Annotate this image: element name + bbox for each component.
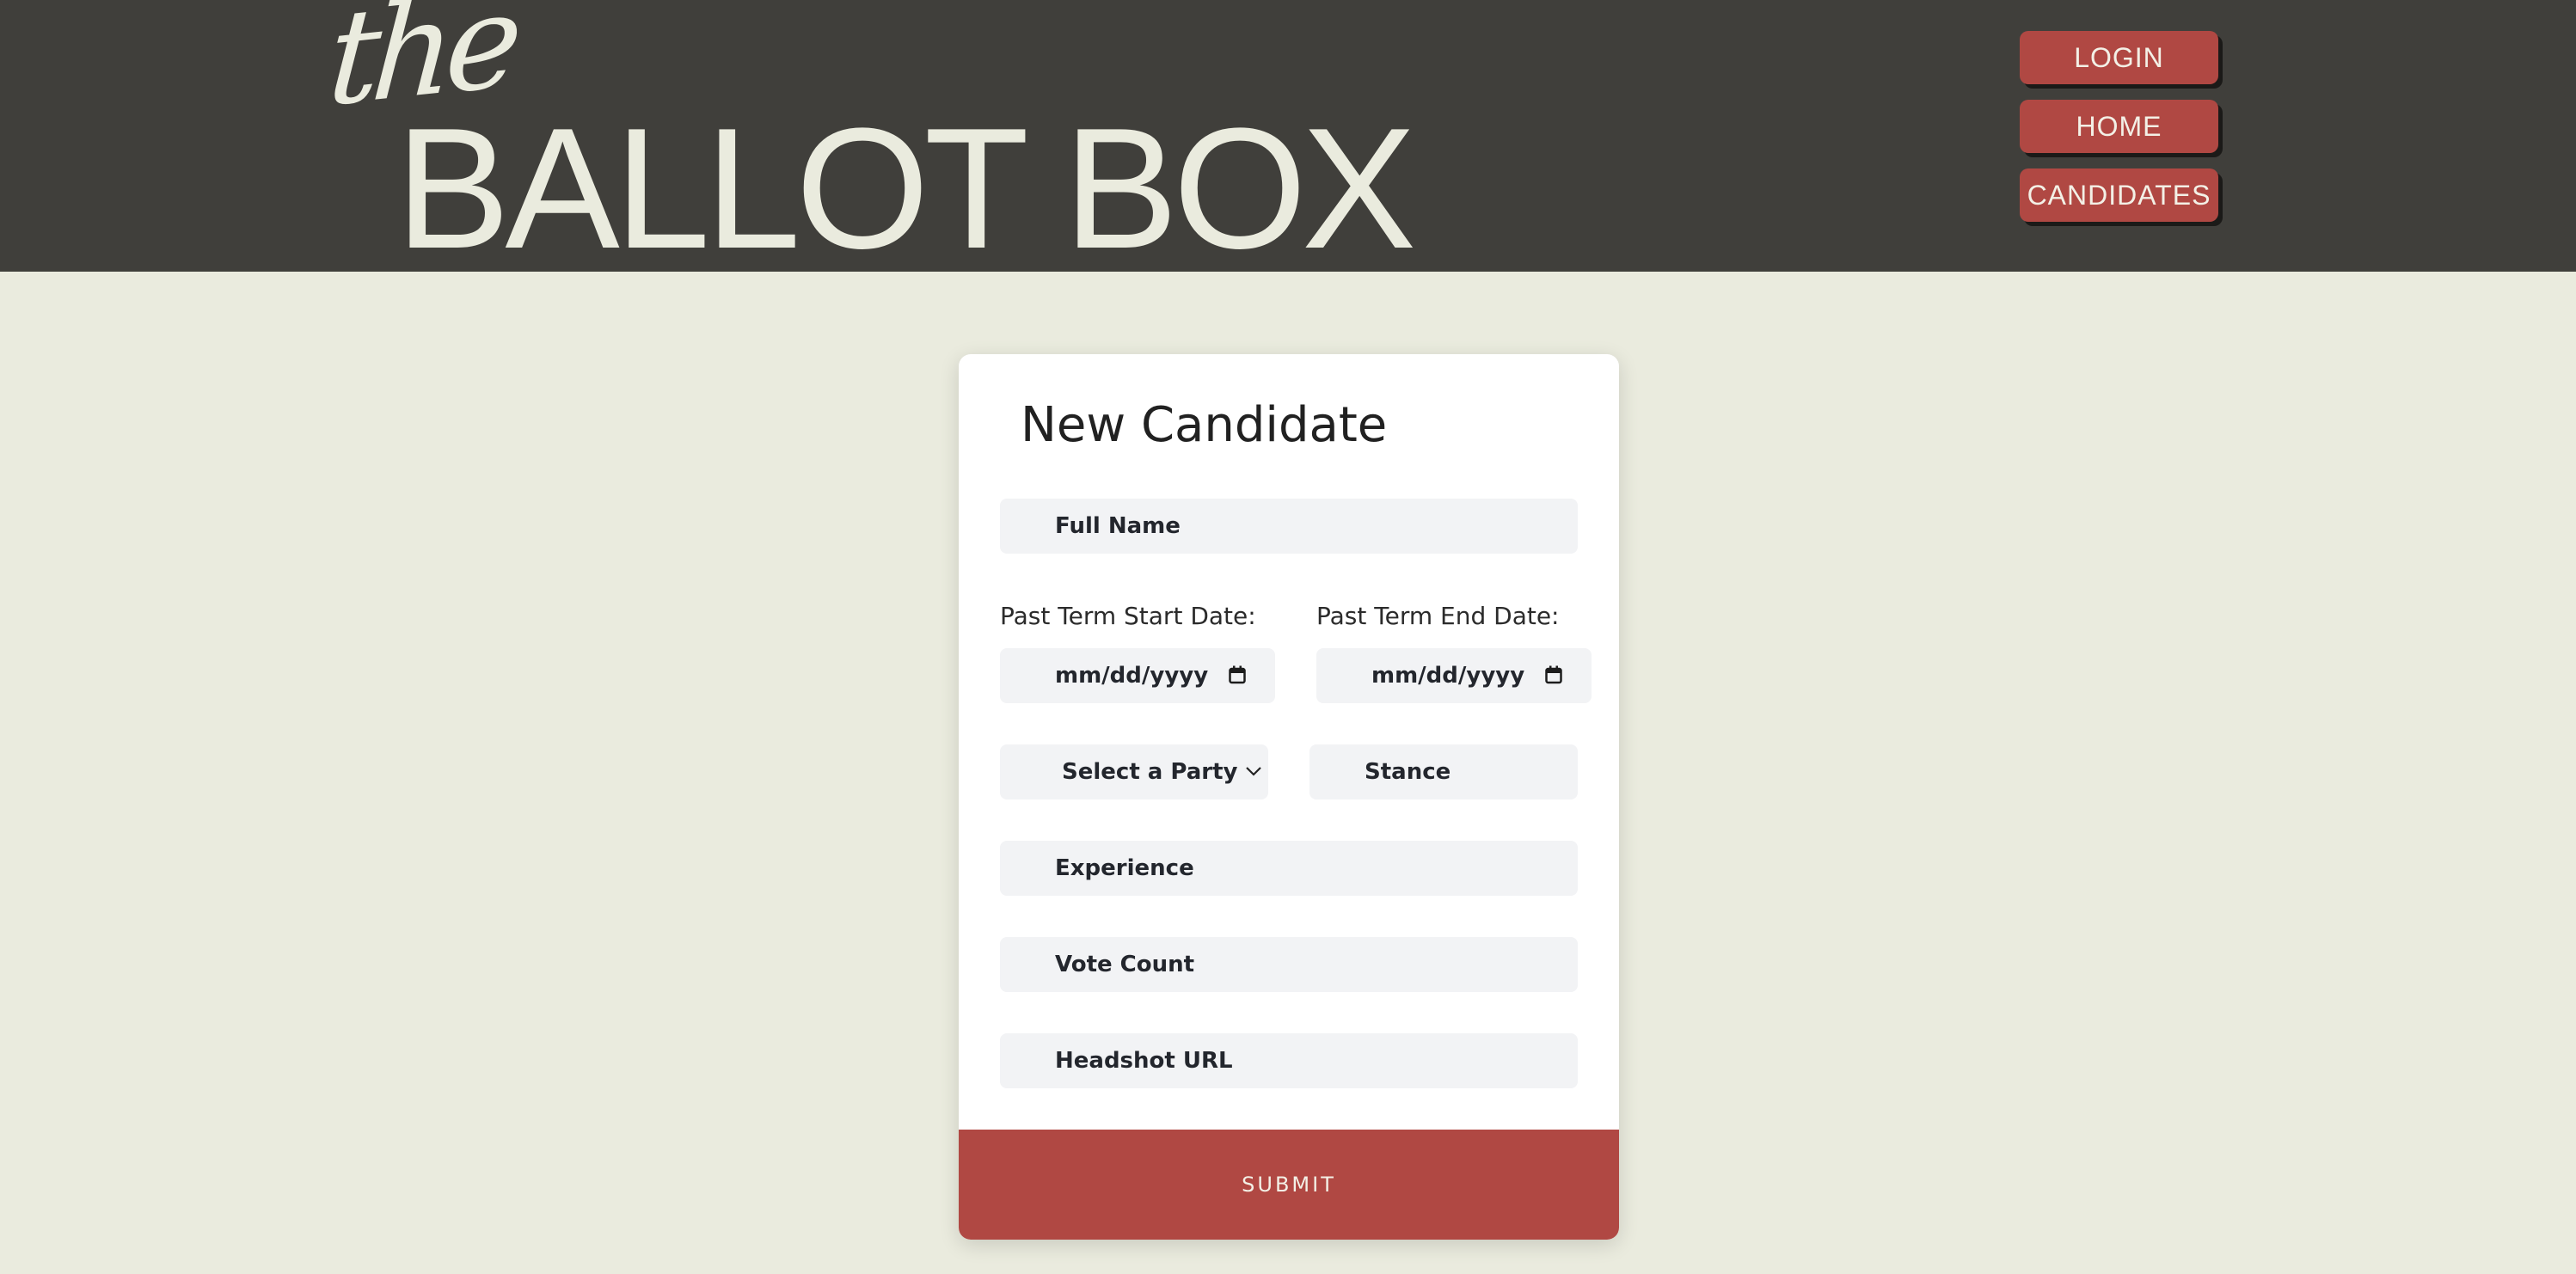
- vote-count-input[interactable]: [1000, 937, 1578, 992]
- start-date-input[interactable]: mm/dd/yyyy: [1000, 648, 1275, 703]
- submit-button[interactable]: SUBMIT: [959, 1130, 1619, 1240]
- experience-input[interactable]: [1000, 841, 1578, 896]
- logo-title: BALLOT BOX: [396, 93, 1416, 285]
- site-header: the BALLOT BOX LOGIN HOME CANDIDATES: [0, 0, 2576, 285]
- new-candidate-form: New Candidate Past Term Start Date: Past…: [959, 354, 1619, 1240]
- end-date-label: Past Term End Date:: [1316, 602, 1560, 630]
- form-title: New Candidate: [1021, 397, 1388, 453]
- site-logo[interactable]: the BALLOT BOX: [324, 0, 1451, 285]
- end-date-value: mm/dd/yyyy: [1371, 663, 1525, 689]
- chevron-down-icon: [1246, 767, 1261, 776]
- stance-input[interactable]: [1309, 744, 1578, 799]
- main-nav: LOGIN HOME CANDIDATES: [2020, 31, 2218, 237]
- party-select[interactable]: Select a Party: [1000, 744, 1268, 799]
- party-select-value: Select a Party: [1062, 759, 1238, 785]
- candidates-button[interactable]: CANDIDATES: [2020, 168, 2218, 222]
- calendar-icon[interactable]: [1229, 665, 1246, 684]
- login-button[interactable]: LOGIN: [2020, 31, 2218, 84]
- calendar-icon[interactable]: [1545, 665, 1562, 684]
- full-name-input[interactable]: [1000, 499, 1578, 554]
- end-date-input[interactable]: mm/dd/yyyy: [1316, 648, 1592, 703]
- start-date-value: mm/dd/yyyy: [1055, 663, 1209, 689]
- start-date-label: Past Term Start Date:: [1000, 602, 1256, 630]
- headshot-url-input[interactable]: [1000, 1033, 1578, 1088]
- home-button[interactable]: HOME: [2020, 100, 2218, 153]
